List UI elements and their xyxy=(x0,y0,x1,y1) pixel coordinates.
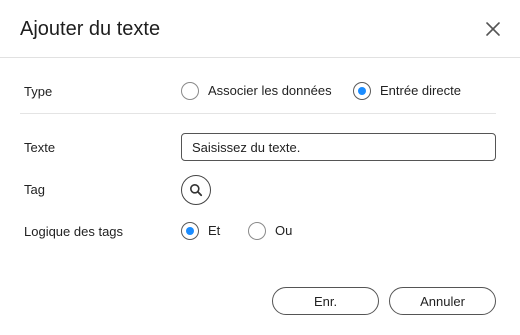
radio-circle[interactable] xyxy=(181,82,199,100)
radio-circle-checked[interactable] xyxy=(181,222,199,240)
radio-or[interactable]: Ou xyxy=(248,222,292,240)
close-button[interactable] xyxy=(482,18,504,40)
radio-and-label: Et xyxy=(208,223,221,238)
close-icon xyxy=(486,22,500,36)
radio-associate-data[interactable]: Associer les données xyxy=(181,82,332,100)
tag-logic-label: Logique des tags xyxy=(24,224,124,239)
section-divider xyxy=(20,113,496,114)
radio-direct-entry[interactable]: Entrée directe xyxy=(353,82,461,100)
radio-direct-entry-label: Entrée directe xyxy=(380,83,461,98)
radio-circle-checked[interactable] xyxy=(353,82,371,100)
tag-search-button[interactable] xyxy=(181,175,211,205)
radio-circle[interactable] xyxy=(248,222,266,240)
dialog-title: Ajouter du texte xyxy=(20,18,161,40)
save-button[interactable]: Enr. xyxy=(272,287,379,315)
radio-associate-data-label: Associer les données xyxy=(208,83,332,98)
search-icon xyxy=(190,184,203,197)
type-label: Type xyxy=(24,84,53,99)
radio-and[interactable]: Et xyxy=(181,222,220,240)
radio-or-label: Ou xyxy=(275,223,293,238)
text-label: Texte xyxy=(24,140,56,155)
add-text-dialog: Ajouter du texte Type Associer les donné… xyxy=(0,0,520,335)
tag-label: Tag xyxy=(24,182,45,197)
text-input[interactable] xyxy=(181,133,496,161)
cancel-button[interactable]: Annuler xyxy=(389,287,496,315)
dialog-header: Ajouter du texte xyxy=(0,0,520,58)
